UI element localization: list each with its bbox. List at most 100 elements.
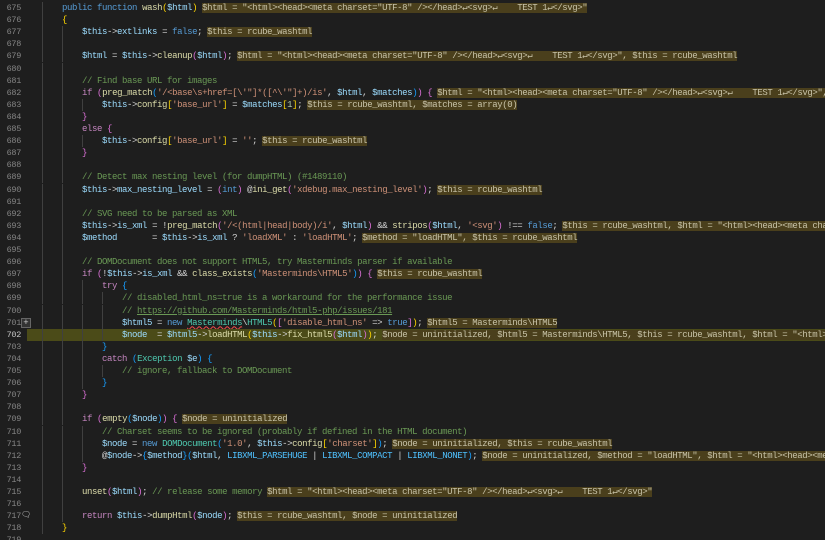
code-area[interactable] [27,195,825,208]
line-number[interactable]: 703 [0,341,22,353]
code-area[interactable]: $this->config['base_url'] = $matches[1];… [27,98,825,111]
line-number[interactable]: 678 [0,38,22,50]
line-number[interactable]: 713 [0,462,22,474]
code-line[interactable]: 697 if (!$this->is_xml && class_exists('… [0,268,825,281]
code-line[interactable]: 677 $this->extlinks = false; $this = rcub… [0,26,825,39]
code-area[interactable]: $node = $html5->loadHTML($this->fix_html… [27,328,825,341]
code-line[interactable]: 684 } [0,110,825,123]
code-area[interactable]: // Detect max nesting level (for dumpHTM… [27,171,825,184]
line-number[interactable]: 683 [0,99,22,111]
line-number[interactable]: 715 [0,486,22,498]
line-number[interactable]: 693 [0,220,22,232]
line-number[interactable]: 682 [0,87,22,99]
code-editor[interactable]: 675 public function wash($html) $html = "… [0,0,825,540]
code-line[interactable]: 719 [0,534,825,540]
code-line[interactable]: 680 [0,62,825,75]
code-area[interactable]: catch (Exception $e) { [27,352,825,365]
code-line[interactable]: 706 } [0,377,825,390]
code-area[interactable]: return $this->dumpHtml($node); $this = rc… [27,510,825,523]
code-area[interactable] [27,401,825,414]
line-number[interactable]: 687 [0,147,22,159]
code-area[interactable] [27,38,825,51]
code-area[interactable]: // https://github.com/Masterminds/html5-… [27,304,825,317]
line-number[interactable]: 719 [0,534,22,540]
line-number[interactable]: 688 [0,159,22,171]
code-area[interactable]: if (empty($node)) {$node = uninitialized [27,413,825,426]
code-line[interactable]: 690 $this->max_nesting_level = (int) @in… [0,183,825,196]
code-area[interactable]: $method = $this->is_xml ? 'loadXML' : 'l… [27,231,825,244]
line-number[interactable]: 717 [0,510,22,522]
line-number[interactable]: 697 [0,268,22,280]
code-line[interactable]: 696 // DOMDocument does not support HTML… [0,256,825,269]
code-area[interactable]: public function wash($html) $html = "<htm… [27,2,825,14]
line-number[interactable]: 705 [0,365,22,377]
code-line[interactable]: 710 // Charset seems to be ignored (prob… [0,425,825,438]
code-area[interactable]: // SVG need to be parsed as XML [27,207,825,220]
line-number[interactable]: 708 [0,401,22,413]
code-line[interactable]: 717 🗨 return $this->dumpHtml($node); $this… [0,510,825,523]
code-line[interactable]: 711 $node = new DOMDocument('1.0', $this… [0,437,825,450]
code-area[interactable]: // Find base URL for images [27,74,825,87]
code-line[interactable]: 702 $node = $html5->loadHTML($this->fix_… [0,328,825,341]
line-number[interactable]: 692 [0,208,22,220]
code-line[interactable]: 689 // Detect max nesting level (for dum… [0,171,825,184]
line-number[interactable]: 716 [0,498,22,510]
line-number[interactable]: 685 [0,123,22,135]
code-line[interactable]: 703 } [0,340,825,353]
line-number[interactable]: 710 [0,426,22,438]
code-line[interactable]: 695 [0,244,825,256]
code-line[interactable]: 686 $this->config['base_url'] = ''; $this… [0,135,825,148]
code-area[interactable] [27,473,825,486]
code-line[interactable]: 712 @$node->{$method}($html, LIBXML_PARS… [0,449,825,462]
line-number[interactable]: 700 [0,305,22,317]
code-area[interactable]: } [27,389,825,402]
code-area[interactable]: $this->extlinks = false; $this = rcube_wa… [27,26,825,39]
code-line[interactable]: 707 } [0,389,825,402]
line-number[interactable]: 699 [0,292,22,304]
line-number[interactable]: 681 [0,75,22,87]
code-line[interactable]: 691 [0,195,825,208]
code-line[interactable]: 682 if (preg_match('/<base\s+href=[\'"]*… [0,86,825,99]
code-line[interactable]: 698 try { [0,280,825,293]
code-area[interactable]: $this->max_nesting_level = (int) @ini_ge… [27,183,825,196]
code-area[interactable]: if (!$this->is_xml && class_exists('Mast… [27,268,825,281]
line-number[interactable]: 690 [0,184,22,196]
line-number[interactable]: 707 [0,389,22,401]
code-line[interactable]: 701 + $html5 = new Masterminds\HTML5(['di… [0,316,825,329]
code-area[interactable] [27,534,825,540]
code-area[interactable]: } [27,522,825,535]
code-area[interactable]: // ignore, fallback to DOMDocument [27,365,825,377]
code-line[interactable]: 685 else { [0,123,825,135]
code-area[interactable] [27,62,825,75]
code-area[interactable]: unset($html); // release some memory $htm… [27,486,825,498]
code-line[interactable]: 713 } [0,461,825,474]
line-number[interactable]: 677 [0,26,22,38]
line-number[interactable]: 711 [0,438,22,450]
line-number[interactable]: 680 [0,63,22,75]
code-line[interactable]: 676 { [0,14,825,27]
line-number[interactable]: 698 [0,280,22,292]
code-area[interactable]: // Charset seems to be ignored (probably… [27,425,825,438]
code-line[interactable]: 700 // https://github.com/Masterminds/ht… [0,304,825,317]
line-number[interactable]: 686 [0,135,22,147]
code-area[interactable]: $this->config['base_url'] = ''; $this = r… [27,135,825,148]
code-line[interactable]: 675 public function wash($html) $html = "… [0,2,825,14]
line-number[interactable]: 718 [0,522,22,534]
code-line[interactable]: 704 catch (Exception $e) { [0,352,825,365]
code-area[interactable] [27,244,825,256]
code-area[interactable] [27,498,825,511]
line-number[interactable]: 694 [0,232,22,244]
code-area[interactable]: // DOMDocument does not support HTML5, t… [27,256,825,269]
code-area[interactable]: } [27,110,825,123]
line-number[interactable]: 676 [0,14,22,26]
code-line[interactable]: 718 } [0,522,825,535]
line-number[interactable]: 695 [0,244,22,256]
line-number[interactable]: 696 [0,256,22,268]
code-area[interactable] [27,159,825,172]
code-line[interactable]: 699 // disabled_html_ns=true is a workar… [0,292,825,305]
code-area[interactable]: @$node->{$method}($html, LIBXML_PARSEHUG… [27,449,825,462]
line-number[interactable]: 691 [0,196,22,208]
line-number[interactable]: 702 [0,329,22,341]
code-line[interactable]: 681 // Find base URL for images [0,74,825,87]
code-line[interactable]: 693 $this->is_xml = !preg_match('/<(html… [0,219,825,232]
